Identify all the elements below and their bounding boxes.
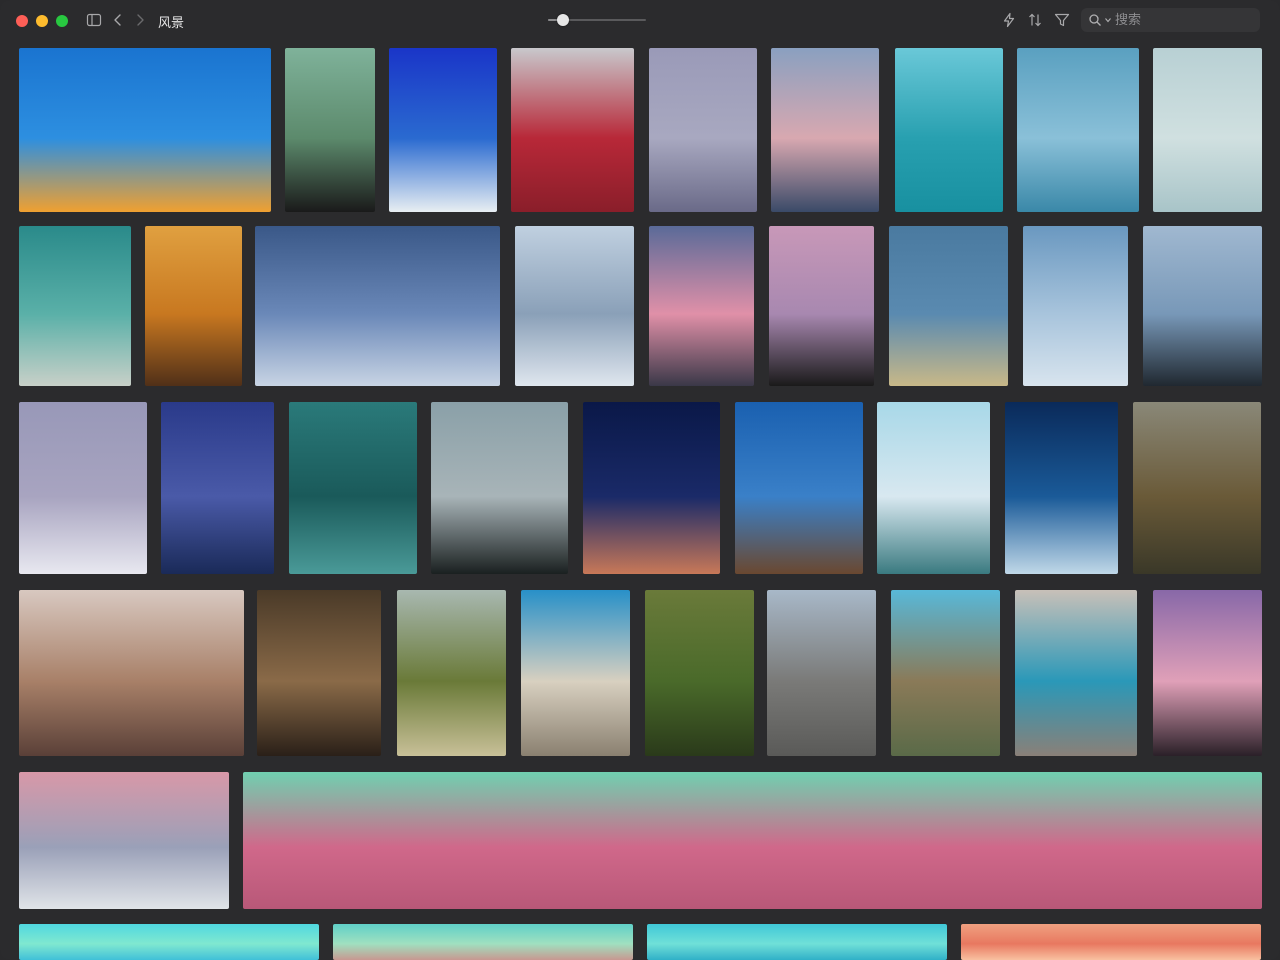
photo-crescent-moon-grass[interactable]	[889, 226, 1008, 386]
photo-pale-sky-mountains[interactable]	[877, 402, 990, 574]
search-field[interactable]	[1081, 8, 1260, 32]
search-input[interactable]	[1115, 11, 1253, 29]
photo-snowy-mountain-night[interactable]	[255, 226, 500, 386]
minimize-window-button[interactable]	[36, 15, 48, 27]
photo-bare-branches-sky[interactable]	[1143, 226, 1262, 386]
search-icon	[1089, 14, 1101, 26]
photo-pink-mountain[interactable]	[1153, 590, 1262, 756]
photo-cyan-gradient[interactable]	[19, 924, 319, 960]
photo-blue-ocean-waves[interactable]	[389, 48, 497, 212]
back-chevron-icon[interactable]	[108, 10, 128, 30]
photo-antenna-pink-sky[interactable]	[769, 226, 874, 386]
photo-grid	[0, 40, 1280, 960]
photo-paragliders-sky[interactable]	[1023, 226, 1128, 386]
filter-icon[interactable]	[1052, 10, 1072, 30]
sidebar-toggle-icon[interactable]	[84, 10, 104, 30]
photo-power-lines-forest[interactable]	[285, 48, 375, 212]
photos-window: 风景	[0, 0, 1280, 960]
photo-radio-telescope-sunset[interactable]	[19, 48, 271, 212]
photo-glacier-lake[interactable]	[1005, 402, 1118, 574]
window-title: 风景	[158, 16, 185, 31]
photo-sunset-over-sea[interactable]	[145, 226, 242, 386]
photo-rock-canyon[interactable]	[257, 590, 381, 756]
photo-orange-dunes[interactable]	[961, 924, 1261, 960]
photo-teal-desert[interactable]	[333, 924, 633, 960]
photo-storm-cloud-sea[interactable]	[161, 402, 274, 574]
photo-lavender-sky[interactable]	[19, 402, 147, 574]
close-window-button[interactable]	[16, 15, 28, 27]
photo-pink-sky-clouds[interactable]	[649, 226, 754, 386]
photo-snowy-peak[interactable]	[431, 402, 568, 574]
photo-cyan-sky[interactable]	[647, 924, 947, 960]
zoom-slider[interactable]	[548, 14, 646, 26]
lightning-icon[interactable]	[999, 10, 1019, 30]
zoom-window-button[interactable]	[56, 15, 68, 27]
photo-rock-tower[interactable]	[521, 590, 630, 756]
titlebar: 风景	[0, 0, 1280, 40]
photo-green-valley[interactable]	[645, 590, 754, 756]
photo-aerial-boats-beach[interactable]	[19, 226, 131, 386]
photo-pale-sand-dunes[interactable]	[1153, 48, 1262, 212]
photo-moon-cloudy-sky[interactable]	[649, 48, 757, 212]
photo-blue-sky-clouds[interactable]	[1017, 48, 1139, 212]
photo-green-lake-hills[interactable]	[397, 590, 506, 756]
chevron-down-icon[interactable]	[1104, 16, 1112, 24]
photo-boats-turquoise-sea[interactable]	[895, 48, 1003, 212]
photo-cloud-texture[interactable]	[515, 226, 634, 386]
photo-mountain-road[interactable]	[891, 590, 1000, 756]
photo-wind-farm-valley[interactable]	[1133, 402, 1261, 574]
photo-pink-dune-moon[interactable]	[243, 772, 1262, 909]
photo-red-hills-clouds[interactable]	[511, 48, 634, 212]
photo-desert-road[interactable]	[767, 590, 876, 756]
photo-desert-skull[interactable]	[19, 590, 244, 756]
photo-night-coast-moon[interactable]	[583, 402, 720, 574]
photo-sea-of-clouds[interactable]	[771, 48, 879, 212]
zoom-slider-knob[interactable]	[556, 14, 569, 26]
photo-green-water-waves[interactable]	[289, 402, 417, 574]
photo-beach-pier-dusk[interactable]	[19, 772, 229, 909]
forward-chevron-icon[interactable]	[130, 10, 150, 30]
sort-icon[interactable]	[1025, 10, 1045, 30]
photo-cave-water[interactable]	[1015, 590, 1137, 756]
photo-wind-turbine[interactable]	[735, 402, 863, 574]
